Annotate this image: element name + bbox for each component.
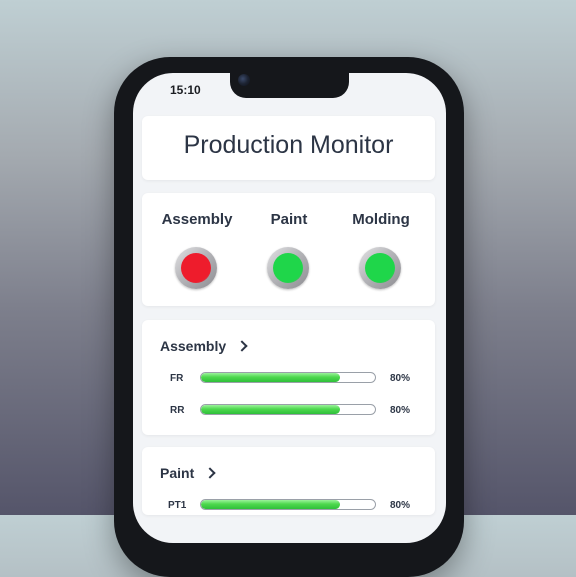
metric-label-pt1: PT1	[168, 500, 187, 511]
status-bar-time: 15:10	[170, 83, 201, 97]
metric-value-rr: 80%	[390, 405, 411, 416]
progress-bar-fr	[200, 372, 376, 383]
section-header-assembly[interactable]: Assembly	[160, 338, 248, 354]
section-title-assembly: Assembly	[160, 338, 227, 354]
metric-value-pt1: 80%	[390, 500, 411, 511]
line-label-assembly: Assembly	[161, 211, 233, 228]
front-camera-icon	[238, 74, 250, 86]
section-title-paint: Paint	[160, 465, 195, 481]
status-lamp-paint[interactable]	[267, 247, 309, 289]
progress-fill-rr	[201, 405, 341, 414]
status-indicator-paint	[273, 253, 303, 283]
chevron-right-icon	[204, 467, 216, 479]
section-header-paint[interactable]: Paint	[160, 465, 216, 481]
metric-label-rr: RR	[170, 405, 185, 416]
progress-bar-pt1	[200, 499, 376, 510]
page-title: Production Monitor	[183, 131, 394, 159]
status-lamp-assembly[interactable]	[175, 247, 217, 289]
line-label-molding: Molding	[352, 211, 410, 228]
metric-label-fr: FR	[170, 373, 184, 384]
metric-value-fr: 80%	[390, 373, 411, 384]
status-lamp-molding[interactable]	[359, 247, 401, 289]
progress-fill-fr	[201, 373, 341, 382]
line-label-paint: Paint	[270, 211, 308, 228]
status-indicator-molding	[365, 253, 395, 283]
chevron-right-icon	[236, 340, 248, 352]
status-indicator-assembly	[181, 253, 211, 283]
progress-bar-rr	[200, 404, 376, 415]
progress-fill-pt1	[201, 500, 341, 509]
